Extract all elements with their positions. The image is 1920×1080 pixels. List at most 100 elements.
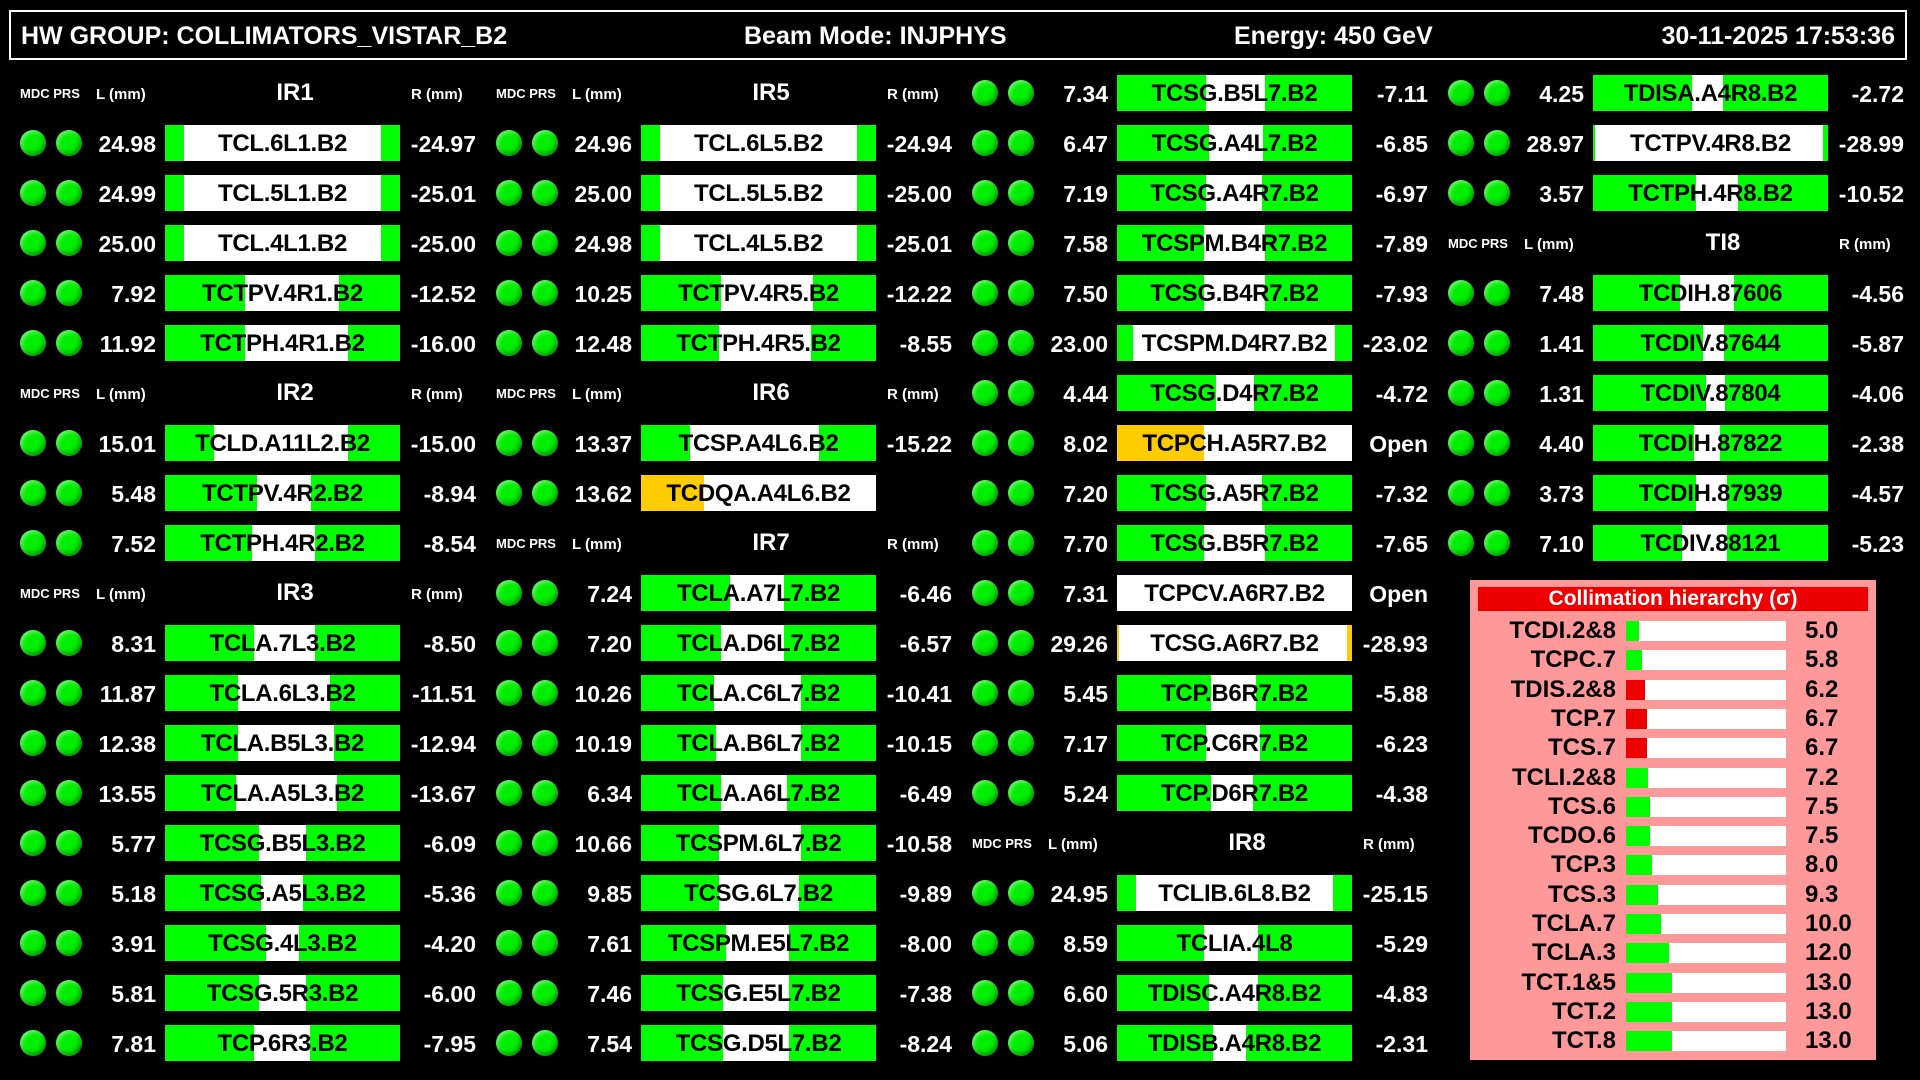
collimator-name-box[interactable]: TCSPM.E5L7.B2 bbox=[641, 925, 876, 961]
collimator-row[interactable]: 24.98 TCL.4L5.B2 -25.01 bbox=[476, 223, 952, 263]
collimator-name-box[interactable]: TDISA.A4R8.B2 bbox=[1593, 75, 1828, 111]
collimator-name-box[interactable]: TDISC.A4R8.B2 bbox=[1117, 975, 1352, 1011]
collimator-name-box[interactable]: TCLA.C6L7.B2 bbox=[641, 675, 876, 711]
collimator-name-box[interactable]: TCTPH.4R1.B2 bbox=[165, 325, 400, 361]
collimator-row[interactable]: 3.91 TCSG.4L3.B2 -4.20 bbox=[0, 923, 476, 963]
collimator-row[interactable]: 7.81 TCP.6R3.B2 -7.95 bbox=[0, 1023, 476, 1063]
collimator-name-box[interactable]: TCDIV.87804 bbox=[1593, 375, 1828, 411]
collimator-name-box[interactable]: TCSG.B5R7.B2 bbox=[1117, 525, 1352, 561]
collimator-name-box[interactable]: TCP.D6R7.B2 bbox=[1117, 775, 1352, 811]
collimator-name-box[interactable]: TCLA.7L3.B2 bbox=[165, 625, 400, 661]
collimator-row[interactable]: 24.98 TCL.6L1.B2 -24.97 bbox=[0, 123, 476, 163]
collimator-row[interactable]: 15.01 TCLD.A11L2.B2 -15.00 bbox=[0, 423, 476, 463]
collimator-row[interactable]: 8.02 TCPCH.A5R7.B2 Open bbox=[952, 423, 1428, 463]
collimator-name-box[interactable]: TCSG.E5L7.B2 bbox=[641, 975, 876, 1011]
collimator-row[interactable]: 25.00 TCL.4L1.B2 -25.00 bbox=[0, 223, 476, 263]
collimator-row[interactable]: 7.34 TCSG.B5L7.B2 -7.11 bbox=[952, 73, 1428, 113]
collimator-row[interactable]: 7.48 TCDIH.87606 -4.56 bbox=[1428, 273, 1904, 313]
collimator-name-box[interactable]: TCLA.D6L7.B2 bbox=[641, 625, 876, 661]
collimator-name-box[interactable]: TCDIH.87822 bbox=[1593, 425, 1828, 461]
collimator-name-box[interactable]: TCSPM.D4R7.B2 bbox=[1117, 325, 1352, 361]
collimator-row[interactable]: 11.87 TCLA.6L3.B2 -11.51 bbox=[0, 673, 476, 713]
collimator-row[interactable]: 7.31 TCPCV.A6R7.B2 Open bbox=[952, 573, 1428, 613]
collimator-name-box[interactable]: TCSPM.B4R7.B2 bbox=[1117, 225, 1352, 261]
collimator-row[interactable]: 12.38 TCLA.B5L3.B2 -12.94 bbox=[0, 723, 476, 763]
collimator-row[interactable]: 7.10 TCDIV.88121 -5.23 bbox=[1428, 523, 1904, 563]
collimator-row[interactable]: 5.06 TDISB.A4R8.B2 -2.31 bbox=[952, 1023, 1428, 1063]
collimator-row[interactable]: 24.99 TCL.5L1.B2 -25.01 bbox=[0, 173, 476, 213]
collimator-name-box[interactable]: TCTPV.4R2.B2 bbox=[165, 475, 400, 511]
collimator-row[interactable]: 13.62 TCDQA.A4L6.B2 bbox=[476, 473, 952, 513]
collimator-row[interactable]: 4.44 TCSG.D4R7.B2 -4.72 bbox=[952, 373, 1428, 413]
collimator-name-box[interactable]: TCL.4L1.B2 bbox=[165, 225, 400, 261]
collimator-row[interactable]: 24.95 TCLIB.6L8.B2 -25.15 bbox=[952, 873, 1428, 913]
collimator-row[interactable]: 5.81 TCSG.5R3.B2 -6.00 bbox=[0, 973, 476, 1013]
collimator-row[interactable]: 5.48 TCTPV.4R2.B2 -8.94 bbox=[0, 473, 476, 513]
collimator-name-box[interactable]: TCSG.A4L7.B2 bbox=[1117, 125, 1352, 161]
collimator-row[interactable]: 24.96 TCL.6L5.B2 -24.94 bbox=[476, 123, 952, 163]
collimator-name-box[interactable]: TCTPV.4R1.B2 bbox=[165, 275, 400, 311]
collimator-name-box[interactable]: TCPCH.A5R7.B2 bbox=[1117, 425, 1352, 461]
collimator-name-box[interactable]: TCSG.D4R7.B2 bbox=[1117, 375, 1352, 411]
collimator-name-box[interactable]: TCLIB.6L8.B2 bbox=[1117, 875, 1352, 911]
collimator-name-box[interactable]: TCSG.A5L3.B2 bbox=[165, 875, 400, 911]
collimator-row[interactable]: 25.00 TCL.5L5.B2 -25.00 bbox=[476, 173, 952, 213]
collimator-name-box[interactable]: TCTPH.4R8.B2 bbox=[1593, 175, 1828, 211]
collimator-row[interactable]: 7.24 TCLA.A7L7.B2 -6.46 bbox=[476, 573, 952, 613]
collimator-name-box[interactable]: TCSG.A4R7.B2 bbox=[1117, 175, 1352, 211]
collimator-name-box[interactable]: TCDIV.87644 bbox=[1593, 325, 1828, 361]
collimator-name-box[interactable]: TCLA.B5L3.B2 bbox=[165, 725, 400, 761]
collimator-row[interactable]: 7.92 TCTPV.4R1.B2 -12.52 bbox=[0, 273, 476, 313]
collimator-name-box[interactable]: TCLA.A5L3.B2 bbox=[165, 775, 400, 811]
collimator-name-box[interactable]: TCPCV.A6R7.B2 bbox=[1117, 575, 1352, 611]
collimator-row[interactable]: 7.46 TCSG.E5L7.B2 -7.38 bbox=[476, 973, 952, 1013]
collimator-name-box[interactable]: TCTPV.4R8.B2 bbox=[1593, 125, 1828, 161]
collimator-row[interactable]: 7.20 TCSG.A5R7.B2 -7.32 bbox=[952, 473, 1428, 513]
collimator-row[interactable]: 7.61 TCSPM.E5L7.B2 -8.00 bbox=[476, 923, 952, 963]
collimator-row[interactable]: 4.25 TDISA.A4R8.B2 -2.72 bbox=[1428, 73, 1904, 113]
collimator-name-box[interactable]: TCSG.B5L7.B2 bbox=[1117, 75, 1352, 111]
collimator-name-box[interactable]: TCP.C6R7.B2 bbox=[1117, 725, 1352, 761]
collimator-row[interactable]: 1.41 TCDIV.87644 -5.87 bbox=[1428, 323, 1904, 363]
collimator-name-box[interactable]: TCSG.6L7.B2 bbox=[641, 875, 876, 911]
collimator-row[interactable]: 5.45 TCP.B6R7.B2 -5.88 bbox=[952, 673, 1428, 713]
collimator-name-box[interactable]: TCP.6R3.B2 bbox=[165, 1025, 400, 1061]
collimator-name-box[interactable]: TDISB.A4R8.B2 bbox=[1117, 1025, 1352, 1061]
collimator-row[interactable]: 8.31 TCLA.7L3.B2 -8.50 bbox=[0, 623, 476, 663]
collimator-row[interactable]: 10.66 TCSPM.6L7.B2 -10.58 bbox=[476, 823, 952, 863]
collimator-row[interactable]: 3.57 TCTPH.4R8.B2 -10.52 bbox=[1428, 173, 1904, 213]
collimator-name-box[interactable]: TCL.5L5.B2 bbox=[641, 175, 876, 211]
collimator-row[interactable]: 10.25 TCTPV.4R5.B2 -12.22 bbox=[476, 273, 952, 313]
collimator-row[interactable]: 12.48 TCTPH.4R5.B2 -8.55 bbox=[476, 323, 952, 363]
collimator-name-box[interactable]: TCTPH.4R5.B2 bbox=[641, 325, 876, 361]
collimator-name-box[interactable]: TCDIH.87606 bbox=[1593, 275, 1828, 311]
collimator-row[interactable]: 5.77 TCSG.B5L3.B2 -6.09 bbox=[0, 823, 476, 863]
collimator-row[interactable]: 7.20 TCLA.D6L7.B2 -6.57 bbox=[476, 623, 952, 663]
collimator-row[interactable]: 5.24 TCP.D6R7.B2 -4.38 bbox=[952, 773, 1428, 813]
collimator-name-box[interactable]: TCLA.B6L7.B2 bbox=[641, 725, 876, 761]
collimator-row[interactable]: 10.19 TCLA.B6L7.B2 -10.15 bbox=[476, 723, 952, 763]
collimator-name-box[interactable]: TCSP.A4L6.B2 bbox=[641, 425, 876, 461]
collimator-name-box[interactable]: TCL.6L1.B2 bbox=[165, 125, 400, 161]
collimator-row[interactable]: 6.34 TCLA.A6L7.B2 -6.49 bbox=[476, 773, 952, 813]
collimator-row[interactable]: 28.97 TCTPV.4R8.B2 -28.99 bbox=[1428, 123, 1904, 163]
collimator-name-box[interactable]: TCSG.D5L7.B2 bbox=[641, 1025, 876, 1061]
collimator-row[interactable]: 13.55 TCLA.A5L3.B2 -13.67 bbox=[0, 773, 476, 813]
collimator-row[interactable]: 13.37 TCSP.A4L6.B2 -15.22 bbox=[476, 423, 952, 463]
collimator-name-box[interactable]: TCP.B6R7.B2 bbox=[1117, 675, 1352, 711]
collimator-name-box[interactable]: TCSG.4L3.B2 bbox=[165, 925, 400, 961]
collimator-name-box[interactable]: TCSPM.6L7.B2 bbox=[641, 825, 876, 861]
collimator-row[interactable]: 5.18 TCSG.A5L3.B2 -5.36 bbox=[0, 873, 476, 913]
collimator-name-box[interactable]: TCDIV.88121 bbox=[1593, 525, 1828, 561]
collimator-name-box[interactable]: TCSG.B4R7.B2 bbox=[1117, 275, 1352, 311]
collimator-row[interactable]: 7.17 TCP.C6R7.B2 -6.23 bbox=[952, 723, 1428, 763]
collimator-row[interactable]: 7.19 TCSG.A4R7.B2 -6.97 bbox=[952, 173, 1428, 213]
collimator-row[interactable]: 6.47 TCSG.A4L7.B2 -6.85 bbox=[952, 123, 1428, 163]
collimator-row[interactable]: 6.60 TDISC.A4R8.B2 -4.83 bbox=[952, 973, 1428, 1013]
collimator-name-box[interactable]: TCSG.5R3.B2 bbox=[165, 975, 400, 1011]
collimator-row[interactable]: 3.73 TCDIH.87939 -4.57 bbox=[1428, 473, 1904, 513]
collimator-name-box[interactable]: TCTPH.4R2.B2 bbox=[165, 525, 400, 561]
collimator-name-box[interactable]: TCDQA.A4L6.B2 bbox=[641, 475, 876, 511]
collimator-name-box[interactable]: TCSG.B5L3.B2 bbox=[165, 825, 400, 861]
collimator-name-box[interactable]: TCL.5L1.B2 bbox=[165, 175, 400, 211]
